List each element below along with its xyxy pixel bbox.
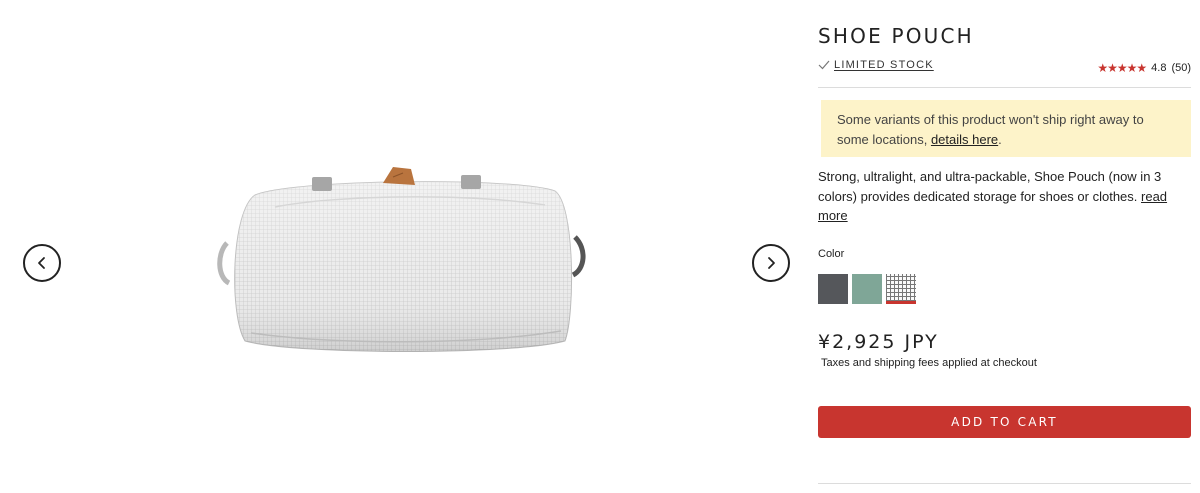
stock-status-link[interactable]: LIMITED STOCK [834, 59, 934, 71]
next-image-button[interactable] [752, 244, 790, 282]
rating-score: 4.8 [1151, 62, 1167, 74]
notice-details-link[interactable]: details here [931, 132, 998, 147]
description-text: Strong, ultralight, and ultra-packable, … [818, 169, 1162, 204]
product-description: Strong, ultralight, and ultra-packable, … [818, 167, 1178, 226]
rating-stars-icon: ★★★★★ [1097, 61, 1147, 75]
product-price: ¥2,925 JPY [818, 331, 939, 353]
swatch-charcoal[interactable] [818, 274, 848, 304]
taxes-note: Taxes and shipping fees applied at check… [821, 357, 1037, 369]
shipping-notice: Some variants of this product won't ship… [821, 100, 1191, 157]
chevron-right-icon [768, 257, 775, 269]
checkmark-icon [818, 60, 830, 70]
chevron-left-icon [38, 257, 45, 269]
product-rating[interactable]: ★★★★★ 4.8 (50) [1097, 61, 1191, 75]
swatch-sage[interactable] [852, 274, 882, 304]
color-swatches [818, 274, 916, 304]
product-title: SHOE POUCH [818, 24, 974, 48]
rating-count: (50) [1171, 62, 1191, 74]
product-image [217, 167, 586, 352]
color-label: Color [818, 248, 845, 260]
notice-suffix: . [998, 132, 1002, 147]
stock-status: LIMITED STOCK [818, 59, 934, 71]
previous-image-button[interactable] [23, 244, 61, 282]
divider [818, 87, 1191, 88]
product-gallery [0, 0, 800, 493]
product-info-panel: SHOE POUCH LIMITED STOCK ★★★★★ 4.8 (50) … [818, 0, 1191, 493]
add-to-cart-button[interactable]: ADD TO CART [818, 406, 1191, 438]
divider [818, 483, 1191, 484]
swatch-raw-selected[interactable] [886, 274, 916, 304]
